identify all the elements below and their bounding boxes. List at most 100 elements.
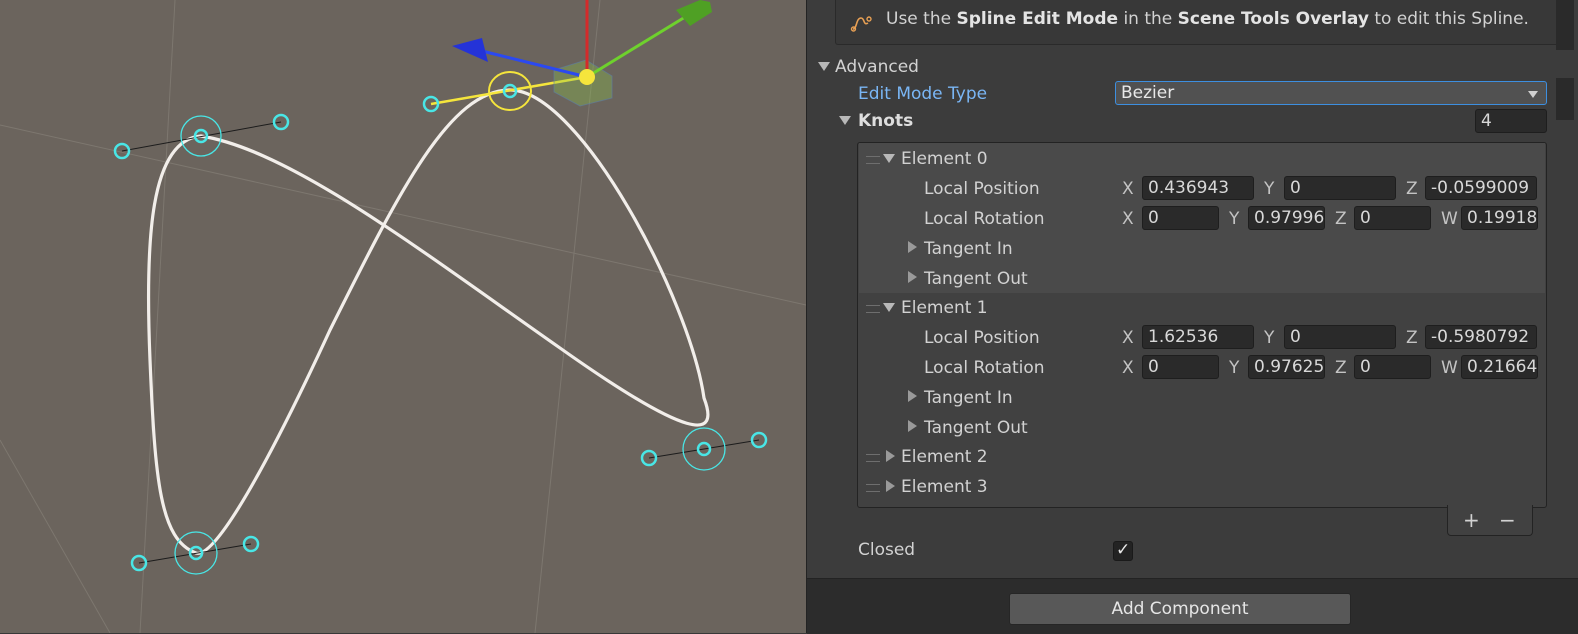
element-0-position-y-field[interactable]: 0 [1284, 176, 1396, 200]
element-0-rotation-z-field[interactable]: 0 [1354, 206, 1431, 230]
element-1-position-y-field[interactable]: 0 [1284, 325, 1396, 349]
advanced-foldout-arrow[interactable] [818, 62, 830, 71]
drag-handle-icon[interactable] [866, 156, 880, 164]
scene-grid [0, 0, 806, 633]
knots-foldout-label[interactable]: Knots [858, 111, 913, 131]
scene-canvas[interactable] [0, 0, 806, 633]
add-component-bar: Add Component [807, 578, 1578, 634]
element-1-local-rotation-label: Local Rotation [924, 358, 1045, 378]
element-1-position-x-field[interactable]: 1.62536 [1142, 325, 1254, 349]
drag-handle-icon[interactable] [866, 484, 880, 492]
knot-0[interactable] [113, 113, 290, 160]
element-1-position-z-field[interactable]: -0.5980792 [1425, 325, 1537, 349]
add-knot-button[interactable]: + [1463, 508, 1480, 532]
element-3-label[interactable]: Element 3 [901, 477, 988, 497]
element-1-rotation-x-field[interactable]: 0 [1142, 355, 1219, 379]
element-0-position-x-value: 0.436943 [1148, 178, 1230, 198]
element-0-rotation-z-value: 0 [1360, 208, 1371, 228]
element-0-rotation-y-value: 0.97996 [1254, 208, 1325, 228]
knots-list: Element 0 Local Position X 0.436943 Y 0 … [857, 142, 1547, 508]
axis-x-label: X [1122, 209, 1134, 229]
element-0-tangent-out-label[interactable]: Tangent Out [924, 269, 1028, 289]
transform-gizmo[interactable] [452, 0, 712, 107]
axis-y-label: Y [1264, 179, 1275, 199]
scene-view[interactable] [0, 0, 806, 633]
element-0-position-y-value: 0 [1290, 178, 1301, 198]
element-3-foldout-arrow[interactable] [886, 480, 895, 492]
element-1-rotation-y-field[interactable]: 0.97625 [1248, 355, 1325, 379]
axis-y-label: Y [1229, 358, 1240, 378]
element-0-position-z-field[interactable]: -0.0599009 [1425, 176, 1537, 200]
gizmo-green-arrow-head [676, 0, 712, 26]
axis-y-label: Y [1229, 209, 1240, 229]
knots-list-footer: + − [1447, 505, 1533, 536]
element-1-rotation-z-value: 0 [1360, 357, 1371, 377]
help-text: Use the Spline Edit Mode in the Scene To… [886, 9, 1529, 29]
axis-z-label: Z [1406, 328, 1418, 348]
element-0-tangent-out-foldout-arrow[interactable] [908, 271, 917, 283]
element-0-local-position-label: Local Position [924, 179, 1040, 199]
knot-2[interactable] [130, 531, 260, 575]
gizmo-center-handle [579, 69, 595, 85]
edit-mode-type-dropdown[interactable]: Bezier [1115, 81, 1547, 105]
checkmark-icon: ✓ [1116, 540, 1131, 560]
advanced-foldout-label[interactable]: Advanced [835, 57, 919, 77]
element-1-tangent-in-foldout-arrow[interactable] [908, 390, 917, 402]
element-0-local-rotation-label: Local Rotation [924, 209, 1045, 229]
axis-w-label: W [1441, 209, 1458, 229]
remove-knot-button[interactable]: − [1499, 508, 1516, 532]
element-0-position-x-field[interactable]: 0.436943 [1142, 176, 1254, 200]
element-1-tangent-out-label[interactable]: Tangent Out [924, 418, 1028, 438]
axis-z-label: Z [1335, 209, 1347, 229]
element-0-tangent-in-label[interactable]: Tangent In [924, 239, 1013, 259]
element-0-rotation-x-field[interactable]: 0 [1142, 206, 1219, 230]
axis-w-label: W [1441, 358, 1458, 378]
element-1-position-z-value: -0.5980792 [1431, 327, 1530, 347]
spline-curve[interactable] [146, 88, 710, 555]
add-component-label: Add Component [1111, 599, 1249, 619]
help-text-edit-mode: Spline Edit Mode [956, 9, 1119, 29]
element-2-label[interactable]: Element 2 [901, 447, 988, 467]
edit-mode-type-label: Edit Mode Type [858, 84, 988, 104]
element-0-tangent-in-foldout-arrow[interactable] [908, 241, 917, 253]
element-0-label[interactable]: Element 0 [901, 149, 988, 169]
gizmo-z-axis [477, 48, 588, 79]
edit-mode-type-value: Bezier [1121, 83, 1175, 103]
element-0-position-z-value: -0.0599009 [1431, 178, 1530, 198]
axis-z-label: Z [1406, 179, 1418, 199]
element-1-foldout-arrow[interactable] [883, 303, 895, 312]
element-1-rotation-w-field[interactable]: 0.21664 [1461, 355, 1538, 379]
element-1-tangent-out-foldout-arrow[interactable] [908, 420, 917, 432]
knot-1[interactable] [640, 427, 768, 471]
help-box: Use the Spline Edit Mode in the Scene To… [835, 0, 1563, 45]
element-1-rotation-z-field[interactable]: 0 [1354, 355, 1431, 379]
element-0-rotation-w-value: 0.19918 [1467, 208, 1538, 228]
element-1-label[interactable]: Element 1 [901, 298, 988, 318]
closed-checkbox[interactable]: ✓ [1113, 540, 1133, 561]
axis-x-label: X [1122, 358, 1134, 378]
help-text-post: to edit this Spline. [1368, 9, 1529, 29]
add-component-button[interactable]: Add Component [1009, 593, 1351, 625]
drag-handle-icon[interactable] [866, 454, 880, 462]
axis-y-label: Y [1264, 328, 1275, 348]
element-1-tangent-in-label[interactable]: Tangent In [924, 388, 1013, 408]
element-0-foldout-arrow[interactable] [883, 154, 895, 163]
element-1-rotation-x-value: 0 [1148, 357, 1159, 377]
scrollbar-track-mid[interactable] [1556, 78, 1574, 120]
help-text-overlay: Scene Tools Overlay [1177, 9, 1369, 29]
scrollbar-track-top[interactable] [1556, 0, 1574, 50]
drag-handle-icon[interactable] [866, 305, 880, 313]
element-0-rotation-y-field[interactable]: 0.97996 [1248, 206, 1325, 230]
knots-foldout-arrow[interactable] [839, 116, 851, 125]
help-text-mid: in the [1118, 9, 1178, 29]
gizmo-green-axis [586, 12, 691, 79]
element-1-position-x-value: 1.62536 [1148, 327, 1219, 347]
gizmo-blue-arrow-head [452, 38, 488, 62]
element-0-rotation-w-field[interactable]: 0.19918 [1461, 206, 1538, 230]
knots-count-value: 4 [1481, 111, 1492, 131]
knots-count-field[interactable]: 4 [1475, 109, 1547, 133]
element-1-local-position-label: Local Position [924, 328, 1040, 348]
closed-label: Closed [858, 540, 916, 560]
chevron-down-icon [1528, 91, 1538, 98]
element-2-foldout-arrow[interactable] [886, 450, 895, 462]
